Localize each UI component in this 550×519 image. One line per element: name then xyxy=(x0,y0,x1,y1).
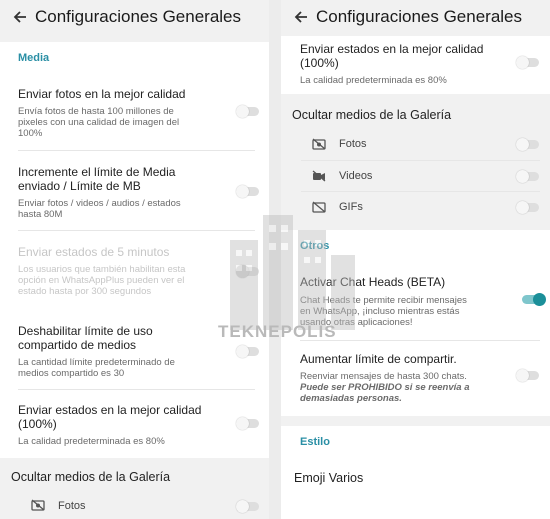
setting-row-emoji[interactable]: Emoji Varios xyxy=(281,460,550,496)
setting-desc: Los usuarios que también habilitan esta xyxy=(18,264,186,275)
hidden-photo-icon xyxy=(31,499,45,511)
setting-desc: opción en WhatsAppPlus pueden ver el xyxy=(18,275,185,286)
setting-desc: La calidad predeterminada es 80% xyxy=(300,75,447,86)
setting-desc: estado hasta por 300 segundos xyxy=(18,286,152,297)
media-card: Media Enviar fotos en la mejor calidad E… xyxy=(0,42,269,458)
setting-desc-warning: demasiadas personas. xyxy=(300,393,402,404)
page-title: Configuraciones Generales xyxy=(35,7,242,26)
setting-desc-warning: Puede ser PROHIBIDO si se reenvía a xyxy=(300,382,470,393)
setting-desc: Envía fotos de hasta 100 millones de xyxy=(18,106,174,117)
setting-title: Enviar estados en la mejor calidad xyxy=(18,403,202,417)
setting-desc: Chat Heads te permite recibir mensajes xyxy=(300,295,467,306)
share-limit-toggle[interactable] xyxy=(236,345,259,358)
setting-desc: Reenviar mensajes de hasta 300 chats. xyxy=(300,371,467,382)
watermark-text: TEKNEPOLIS xyxy=(218,322,337,341)
setting-desc: medios compartido es 30 xyxy=(18,368,125,379)
gallery-photos-toggle[interactable] xyxy=(236,500,259,513)
hidden-video-icon xyxy=(312,170,326,182)
setting-title: Enviar fotos en la mejor calidad xyxy=(18,87,186,101)
gallery-label: Fotos xyxy=(339,138,367,150)
setting-title: (100%) xyxy=(300,56,339,70)
right-screen: Configuraciones Generales Enviar estados… xyxy=(281,0,550,519)
status-5min-toggle xyxy=(236,265,259,278)
setting-desc: hasta 80M xyxy=(18,209,63,220)
setting-row-media-limit[interactable]: Incremente el límite de Media enviado / … xyxy=(0,160,269,226)
divider xyxy=(18,230,255,231)
hidden-gif-icon xyxy=(312,201,326,213)
chat-heads-toggle[interactable] xyxy=(522,293,546,306)
app-bar: Configuraciones Generales xyxy=(0,0,269,36)
setting-row-photo-quality[interactable]: Enviar fotos en la mejor calidad Envía f… xyxy=(0,82,269,148)
gallery-label: Fotos xyxy=(58,500,86,512)
back-arrow-icon[interactable] xyxy=(12,9,28,25)
hidden-photo-icon xyxy=(312,138,326,150)
gallery-header: Ocultar medios de la Galería xyxy=(292,108,452,122)
gallery-videos-toggle[interactable] xyxy=(516,170,539,183)
estilo-card: Estilo Emoji Varios xyxy=(281,426,550,519)
setting-title: Deshabilitar límite de uso xyxy=(18,324,153,338)
setting-row-status-5min: Enviar estados de 5 minutos Los usuarios… xyxy=(0,240,269,306)
page-title: Configuraciones Generales xyxy=(316,7,523,26)
status-quality-card: Enviar estados en la mejor calidad (100%… xyxy=(281,36,550,94)
setting-row-share-forward[interactable]: Aumentar límite de compartir. Reenviar m… xyxy=(281,346,550,412)
setting-title: compartido de medios xyxy=(18,338,137,352)
setting-title: Enviar estados de 5 minutos xyxy=(18,245,170,259)
gallery-row-photos[interactable]: Fotos xyxy=(0,492,269,519)
section-header-otros: Otros xyxy=(300,240,330,252)
section-header-estilo: Estilo xyxy=(300,436,330,448)
setting-desc: 100% xyxy=(18,128,43,139)
status-quality-toggle[interactable] xyxy=(236,417,259,430)
setting-title: Incremente el límite de Media xyxy=(18,165,176,179)
gallery-header: Ocultar medios de la Galería xyxy=(11,470,171,484)
setting-title: Emoji Varios xyxy=(294,471,364,485)
section-header-media: Media xyxy=(18,52,50,64)
gallery-label: Videos xyxy=(339,170,373,182)
gallery-row-gifs[interactable]: GIFs xyxy=(281,192,550,222)
status-quality-toggle[interactable] xyxy=(516,56,539,69)
gallery-row-videos[interactable]: Videos xyxy=(281,161,550,191)
left-screen: Configuraciones Generales Media Enviar f… xyxy=(0,0,269,519)
gallery-photos-toggle[interactable] xyxy=(516,138,539,151)
divider xyxy=(18,150,255,151)
setting-desc: La cantidad límite predeterminado de xyxy=(18,357,175,368)
setting-title: (100%) xyxy=(18,417,57,431)
gallery-label: GIFs xyxy=(339,201,363,213)
media-limit-toggle[interactable] xyxy=(236,185,259,198)
setting-desc: La calidad predeterminada es 80% xyxy=(18,436,165,447)
share-forward-toggle[interactable] xyxy=(516,369,539,382)
app-bar: Configuraciones Generales xyxy=(281,0,550,36)
photo-quality-toggle[interactable] xyxy=(236,105,259,118)
back-arrow-icon[interactable] xyxy=(293,9,309,25)
setting-title: Aumentar límite de compartir. xyxy=(300,352,457,366)
setting-row-status-quality[interactable]: Enviar estados en la mejor calidad (100%… xyxy=(281,36,550,94)
setting-title: Activar Chat Heads (BETA) xyxy=(300,275,446,289)
setting-desc: en WhatsApp, ¡incluso mientras estás xyxy=(300,306,460,317)
setting-row-status-quality[interactable]: Enviar estados en la mejor calidad (100%… xyxy=(0,398,269,454)
setting-title: enviado / Límite de MB xyxy=(18,179,141,193)
gallery-gifs-toggle[interactable] xyxy=(516,201,539,214)
setting-desc: pixeles con una calidad de imagen del xyxy=(18,117,180,128)
divider xyxy=(18,389,255,390)
gallery-row-photos[interactable]: Fotos xyxy=(281,129,550,159)
setting-title: Enviar estados en la mejor calidad xyxy=(300,42,484,56)
setting-desc: Enviar fotos / videos / audios / estados xyxy=(18,198,181,209)
